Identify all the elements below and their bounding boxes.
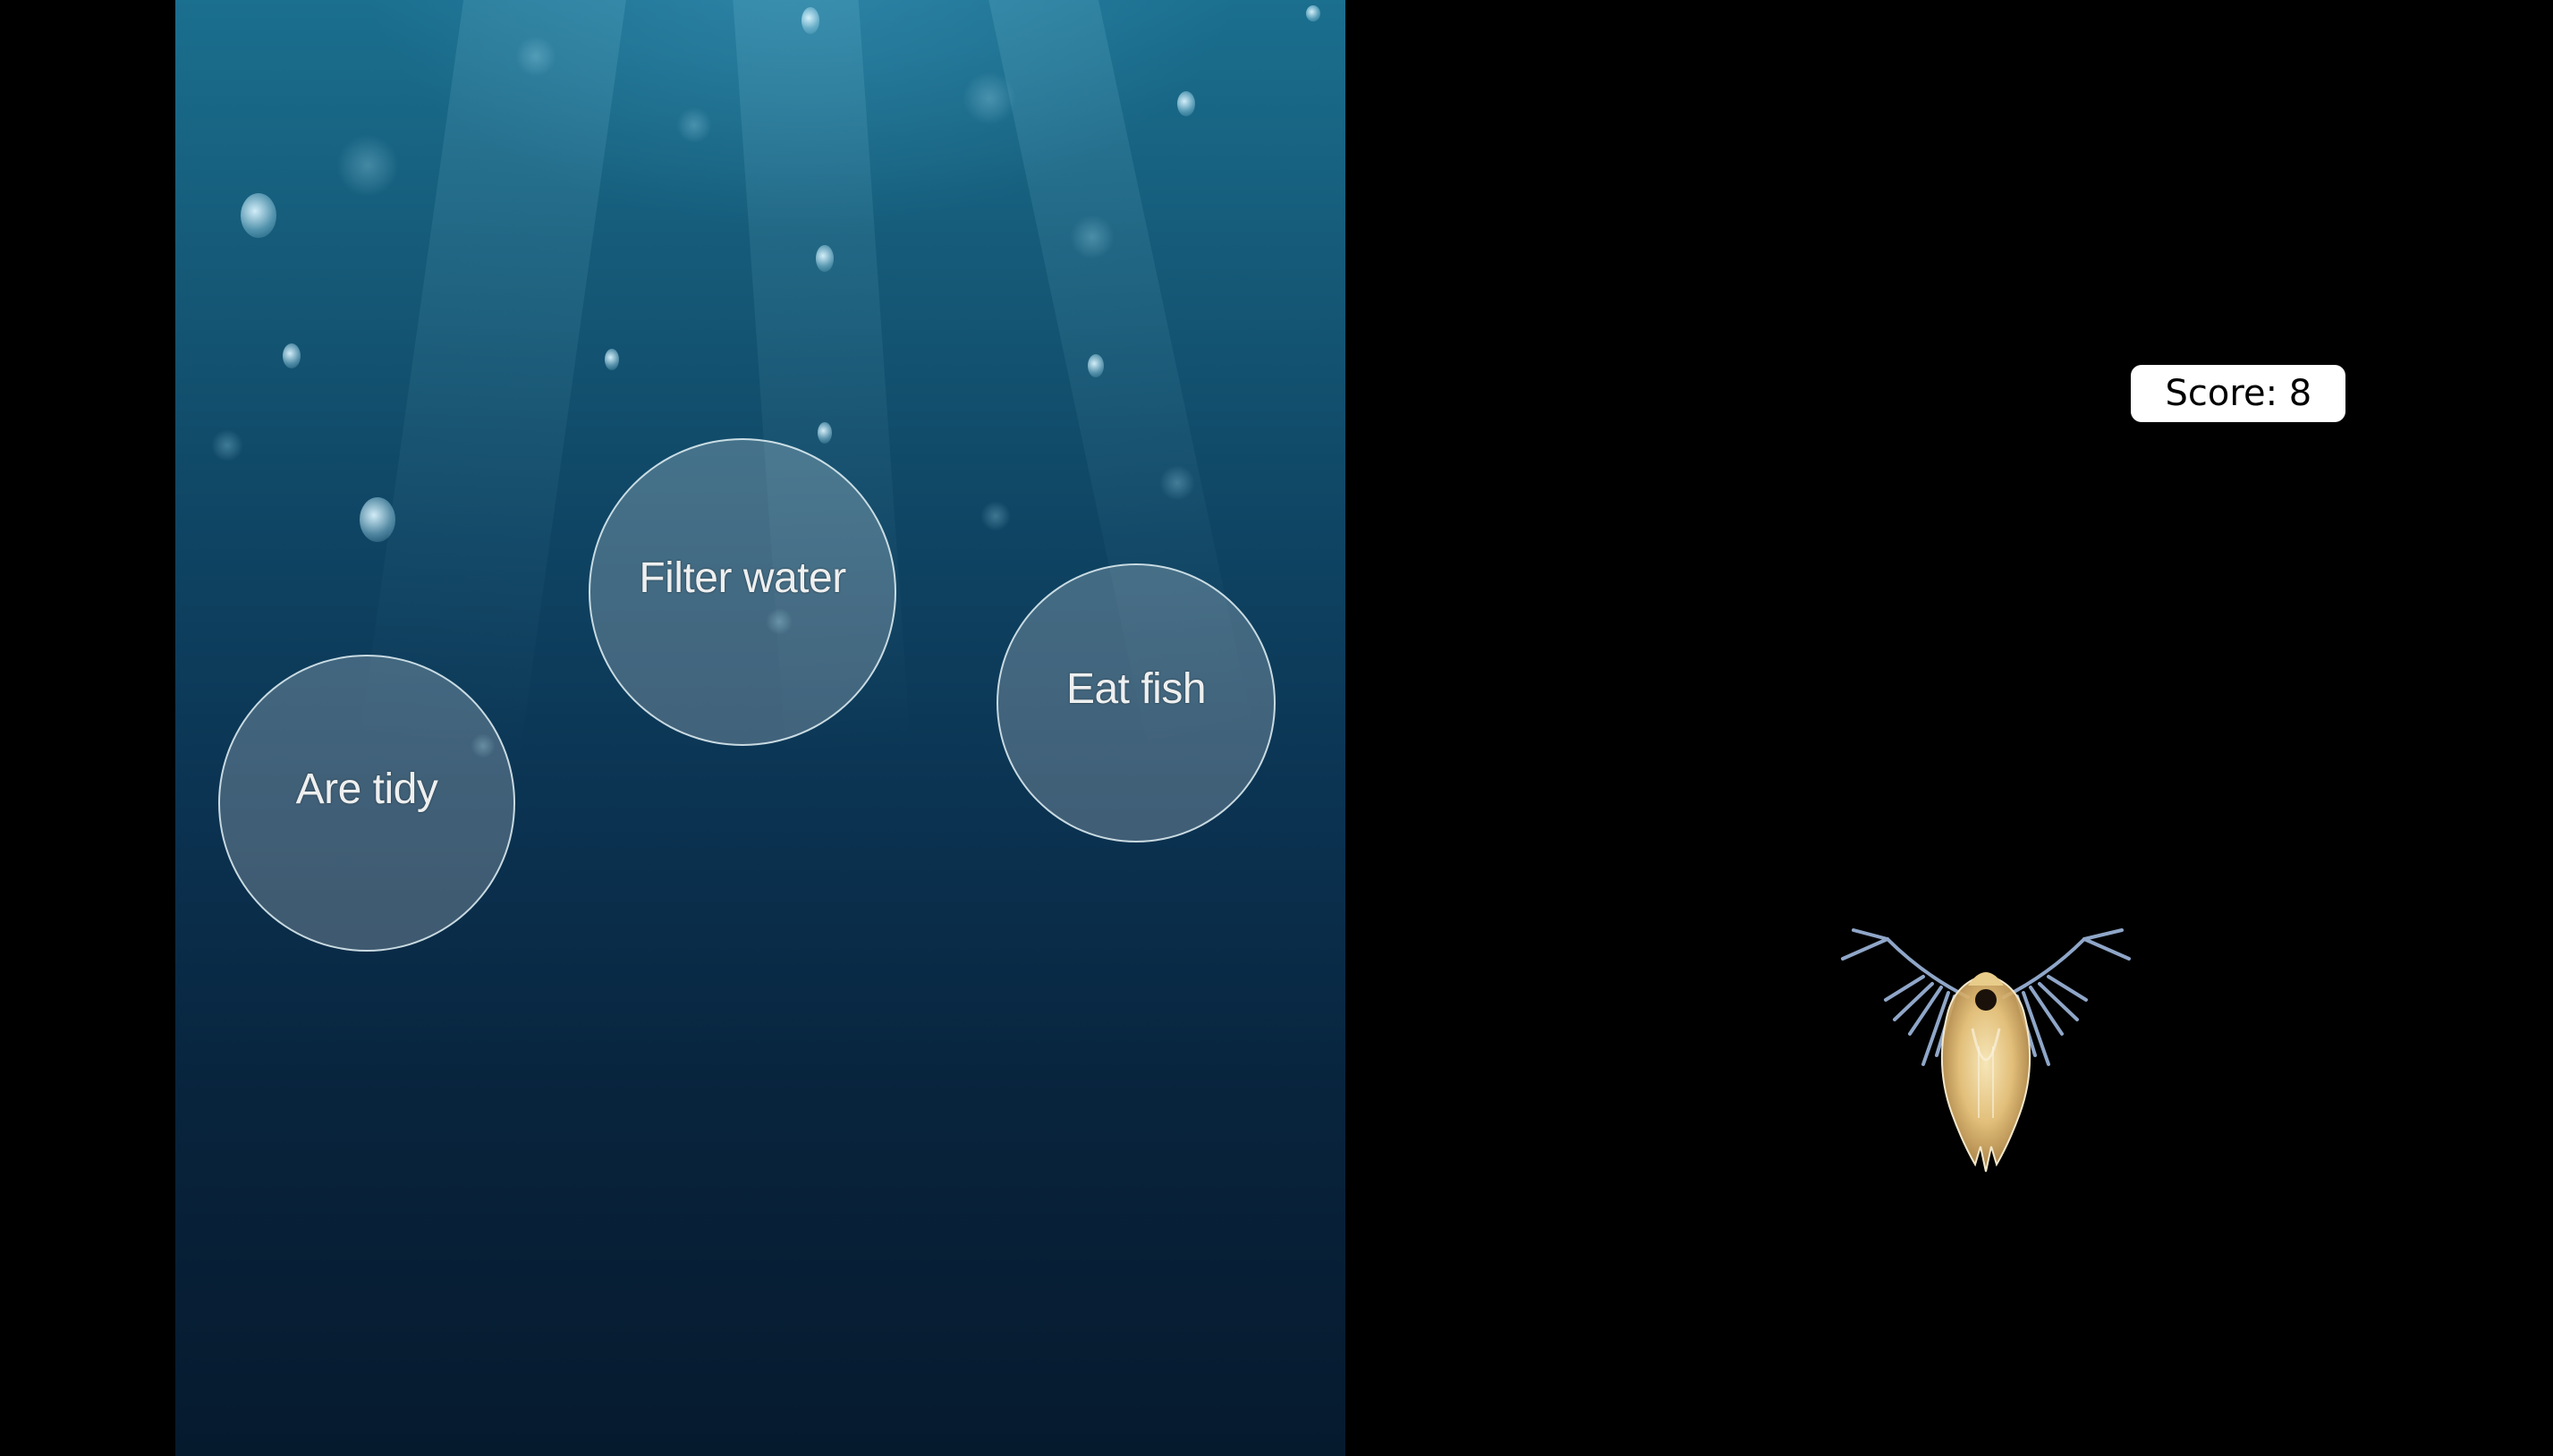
water-flea-icon bbox=[1841, 928, 2131, 1172]
question-text: Water Fleas help maintain their habitats… bbox=[1665, 645, 2300, 741]
water-particle bbox=[816, 245, 834, 272]
water-particle bbox=[1306, 5, 1320, 21]
score-value: Score: 8 bbox=[2165, 373, 2312, 414]
water-particle bbox=[241, 193, 276, 238]
water-particle bbox=[360, 497, 395, 542]
light-ray bbox=[359, 0, 632, 764]
minus-points-counter: Minus points: 0 bbox=[1826, 374, 2085, 413]
water-particle bbox=[802, 7, 819, 34]
answer-label: Are tidy bbox=[295, 765, 438, 813]
water-particle bbox=[1070, 215, 1115, 259]
answer-bubble-filter-water[interactable]: Filter water bbox=[589, 438, 896, 746]
water-particle bbox=[605, 349, 619, 370]
water-particle bbox=[515, 36, 556, 77]
level-indicator: Level 3 bbox=[1892, 293, 2073, 345]
answer-bubble-eat-fish[interactable]: Eat fish bbox=[997, 563, 1276, 842]
answer-bubble-are-tidy[interactable]: Are tidy bbox=[218, 655, 515, 952]
water-particle bbox=[818, 422, 832, 444]
water-particle bbox=[980, 501, 1011, 531]
water-particle bbox=[211, 429, 243, 461]
water-particle bbox=[283, 343, 301, 368]
water-particle bbox=[336, 134, 399, 197]
question-heading: Question bbox=[1828, 537, 2136, 607]
score-bar: Points: 8 Minus points: 0 Score: 8 bbox=[1633, 365, 2346, 422]
answer-label: Eat fish bbox=[1065, 665, 1207, 713]
score-badge: Score: 8 bbox=[2131, 365, 2346, 422]
water-particle bbox=[1088, 354, 1104, 377]
answer-label: Filter water bbox=[639, 554, 846, 602]
water-particle bbox=[676, 107, 712, 143]
app-title: PondDipping bbox=[1648, 123, 2315, 233]
pond-play-area: Filter water Eat fish Are tidy bbox=[175, 0, 1345, 1456]
game-screen: Filter water Eat fish Are tidy PondDippi… bbox=[0, 0, 2553, 1456]
water-particle bbox=[963, 72, 1016, 125]
water-particle bbox=[1177, 91, 1195, 116]
points-counter: Points: 8 bbox=[1633, 374, 1780, 413]
water-particle bbox=[1159, 465, 1195, 501]
